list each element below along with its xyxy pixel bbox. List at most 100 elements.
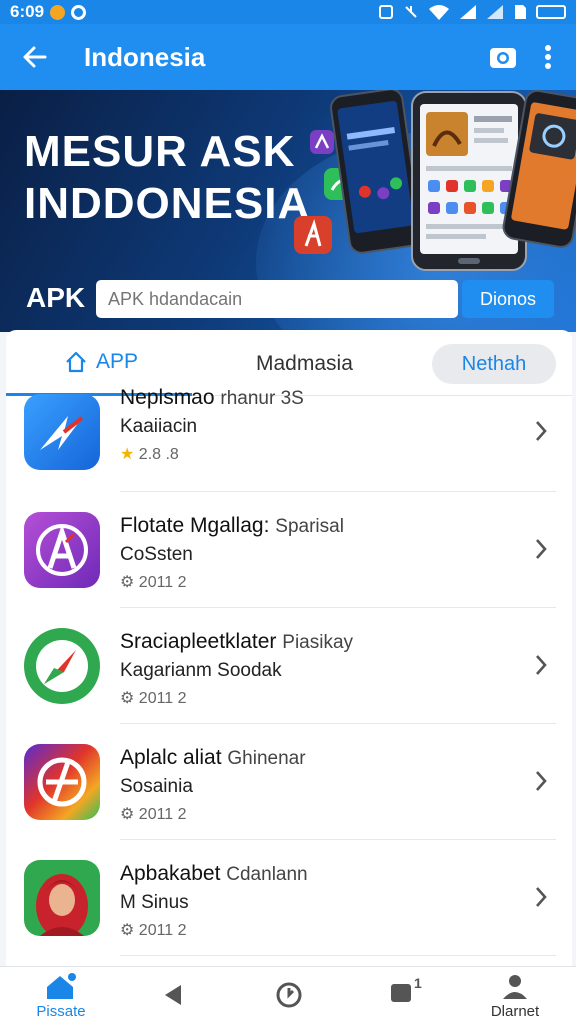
app-title-sub: Sparisal (275, 516, 344, 537)
banner-title: MESUR ASK INDDONESIA (24, 126, 310, 230)
tab-app[interactable]: APP (64, 350, 138, 374)
list-item[interactable]: Aplalc aliat Ghinenar Sosainia ⚙ 2011 2 (6, 724, 572, 840)
app-title: Sraciapleetklater (120, 630, 277, 653)
record-icon (71, 4, 87, 20)
nav-home-label: Pissate (36, 1003, 86, 1020)
app-title-sub: rhanur 3S (220, 388, 304, 409)
phone-back (330, 90, 423, 254)
play-back-icon (165, 985, 181, 1005)
back-arrow-icon (23, 46, 47, 68)
nav-profile-label: Dlarnet (490, 1003, 540, 1020)
app-title: Apbakabet (120, 862, 221, 885)
sd-card-icon (515, 5, 526, 19)
app-developer: Sosainia (120, 776, 193, 797)
app-meta: ⚙ 2011 2 (120, 688, 353, 708)
back-button[interactable] (0, 43, 70, 71)
clock-icon (276, 982, 302, 1008)
app-title-sub: Ghinenar (227, 748, 306, 769)
phones-illustration (294, 90, 576, 271)
app-bar: Indonesia (0, 24, 576, 90)
signal-icon (460, 5, 476, 19)
list-item[interactable]: Flotate Mgallag: Sparisal CoSsten ⚙ 2011… (6, 492, 572, 608)
banner-title-line2: INDDONESIA (24, 179, 311, 228)
nav-history[interactable] (234, 981, 344, 1009)
content-card: APP Madmasia Nethah Neplsmao rhanur 3S K… (6, 330, 572, 980)
square-badge-icon: 1 (390, 975, 422, 1008)
floating-app-icon (294, 216, 332, 254)
list-item[interactable]: Neplsmao rhanur 3S Kaaiiacin ★ 2.8 .8 (6, 376, 572, 492)
app-title-sub: Piasikay (282, 632, 354, 653)
app-title: Flotate Mgallag: (120, 514, 270, 537)
banner-search-button[interactable]: Dionos (462, 280, 554, 318)
app-meta: ⚙ 2011 2 (120, 804, 306, 824)
tab-madmasia[interactable]: Madmasia (256, 352, 353, 376)
chevron-right-icon (536, 421, 547, 441)
phone-front (411, 91, 527, 271)
status-bar: 6:09 (0, 0, 576, 24)
battery-icon (536, 5, 566, 19)
nfc-icon (379, 5, 393, 19)
app-meta: ★ 2.8 .8 (120, 444, 304, 464)
portrait-icon (24, 860, 100, 936)
app-meta-value: 2011 2 (138, 574, 187, 591)
nav-badge: 1 (414, 975, 422, 991)
person-icon (503, 975, 527, 999)
app-name: Aplalc aliat Ghinenar (120, 746, 306, 770)
signal-icon (487, 5, 503, 19)
app-developer: Kaaiiacin (120, 416, 198, 437)
app-meta: ⚙ 2011 2 (120, 572, 344, 592)
tab-madmasia-label: Madmasia (256, 352, 353, 375)
gear-icon: ⚙ (120, 574, 135, 591)
tab-nethah-label: Nethah (461, 352, 527, 375)
rainbow-logo-icon (24, 744, 100, 820)
letter-a-icon (24, 512, 100, 588)
chevron-right-icon (536, 539, 547, 559)
app-meta-value: 2.8 .8 (138, 446, 179, 463)
camera-icon[interactable] (488, 44, 518, 70)
nav-home[interactable]: Pissate (6, 973, 116, 1020)
home-icon (47, 973, 76, 999)
list-item[interactable]: Sraciapleetklater Piasikay Kagarianm Soo… (6, 608, 572, 724)
compass-icon (24, 628, 100, 704)
home-outline-icon (66, 351, 86, 373)
tab-app-label: APP (96, 350, 139, 373)
app-name: Sraciapleetklater Piasikay (120, 630, 353, 654)
app-developer: Kagarianm Soodak (120, 660, 282, 681)
status-time: 6:09 (10, 2, 45, 21)
page-title: Indonesia (84, 41, 206, 72)
banner-search-input[interactable] (96, 280, 458, 318)
apk-label: APK (26, 282, 86, 313)
promo-banner: MESUR ASK INDDONESIA APK APK hdandacain … (0, 90, 576, 332)
app-meta-value: 2011 2 (138, 690, 187, 707)
chevron-right-icon (536, 887, 547, 907)
star-icon: ★ (120, 446, 135, 463)
app-name: Neplsmao rhanur 3S (120, 386, 304, 410)
bottom-navigation: Pissate 1 Dlarnet (0, 966, 576, 1024)
gear-icon: ⚙ (120, 806, 135, 823)
app-meta-value: 2011 2 (138, 806, 187, 823)
banner-title-line1: MESUR ASK (24, 127, 296, 176)
app-developer: M Sinus (120, 892, 189, 913)
arrow-logo-icon (24, 394, 100, 470)
app-title: Neplsmao (120, 386, 215, 409)
wifi-icon (429, 5, 449, 20)
nav-profile[interactable]: Dlarnet (460, 973, 570, 1020)
nav-back[interactable] (118, 983, 228, 1007)
gear-icon: ⚙ (120, 690, 135, 707)
floating-app-icon (310, 130, 334, 154)
app-title: Aplalc aliat (120, 746, 222, 769)
nav-downloads[interactable]: 1 (346, 975, 456, 1008)
list-item[interactable]: Apbakabet Cdanlann M Sinus ⚙ 2011 2 (6, 840, 572, 956)
app-meta: ⚙ 2011 2 (120, 920, 308, 940)
app-name: Flotate Mgallag: Sparisal (120, 514, 344, 538)
mute-icon (405, 6, 417, 18)
notification-dot-icon (50, 4, 66, 20)
app-meta-value: 2011 2 (138, 922, 187, 939)
app-name: Apbakabet Cdanlann (120, 862, 308, 886)
chevron-right-icon (536, 655, 547, 675)
app-title-sub: Cdanlann (226, 864, 308, 885)
chevron-right-icon (536, 771, 547, 791)
gear-icon: ⚙ (120, 922, 135, 939)
app-developer: CoSsten (120, 544, 193, 565)
more-vert-icon[interactable] (544, 44, 552, 70)
